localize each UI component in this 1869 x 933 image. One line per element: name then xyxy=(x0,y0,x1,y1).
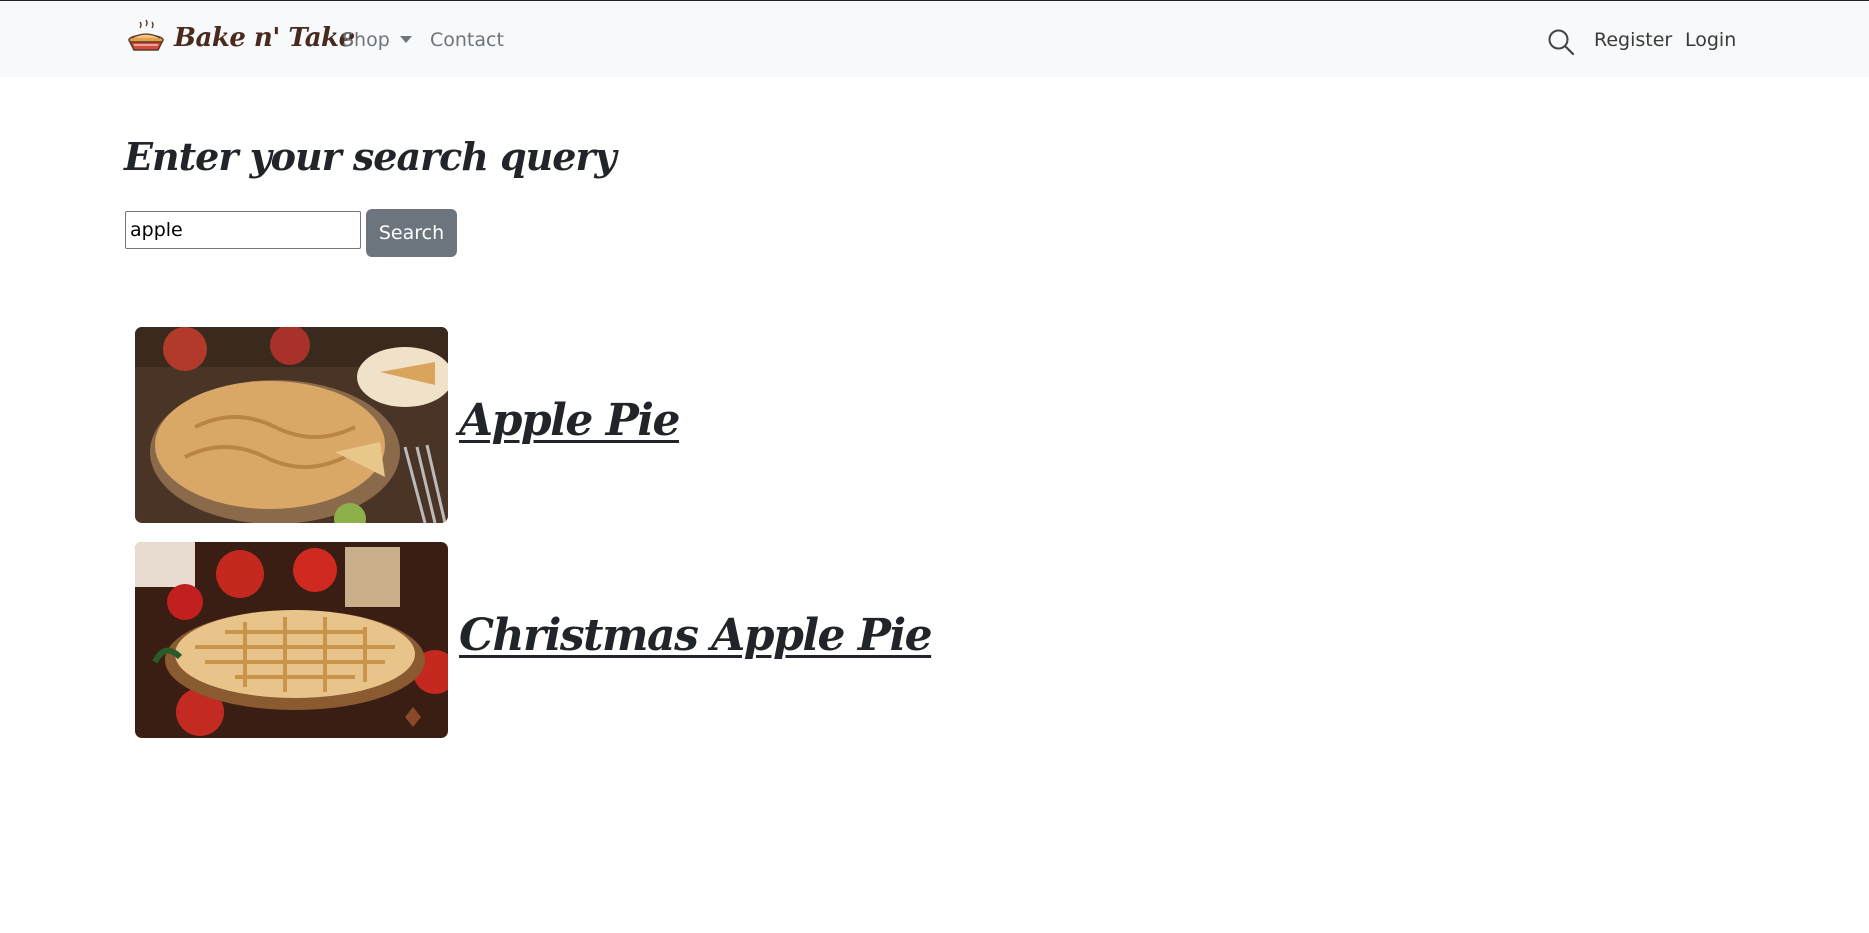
nav-contact-link[interactable]: Contact xyxy=(430,28,504,52)
nav-login-link[interactable]: Login xyxy=(1685,28,1736,52)
nav-register-link[interactable]: Register xyxy=(1594,28,1672,52)
result-title-link[interactable]: Apple Pie xyxy=(459,395,681,446)
search-result-item: Christmas Apple Pie xyxy=(135,542,933,738)
search-button[interactable]: Search xyxy=(366,209,457,257)
nav-shop-dropdown[interactable]: Shop xyxy=(342,28,412,52)
search-heading: Enter your search query xyxy=(124,134,617,179)
apple-pie-image[interactable] xyxy=(135,327,448,523)
brand-link[interactable]: Bake n' Take xyxy=(126,18,355,58)
caret-down-icon xyxy=(399,36,412,43)
search-result-item: Apple Pie xyxy=(135,327,681,523)
result-title-link[interactable]: Christmas Apple Pie xyxy=(459,610,933,661)
search-input[interactable] xyxy=(125,211,361,249)
search-icon[interactable] xyxy=(1547,28,1575,56)
christmas-apple-pie-image[interactable] xyxy=(135,542,448,738)
navbar: Bake n' Take Shop Contact Register Login xyxy=(0,1,1869,77)
nav-shop-label: Shop xyxy=(342,29,390,51)
brand-name: Bake n' Take xyxy=(174,23,355,53)
pie-logo-icon xyxy=(128,19,164,51)
